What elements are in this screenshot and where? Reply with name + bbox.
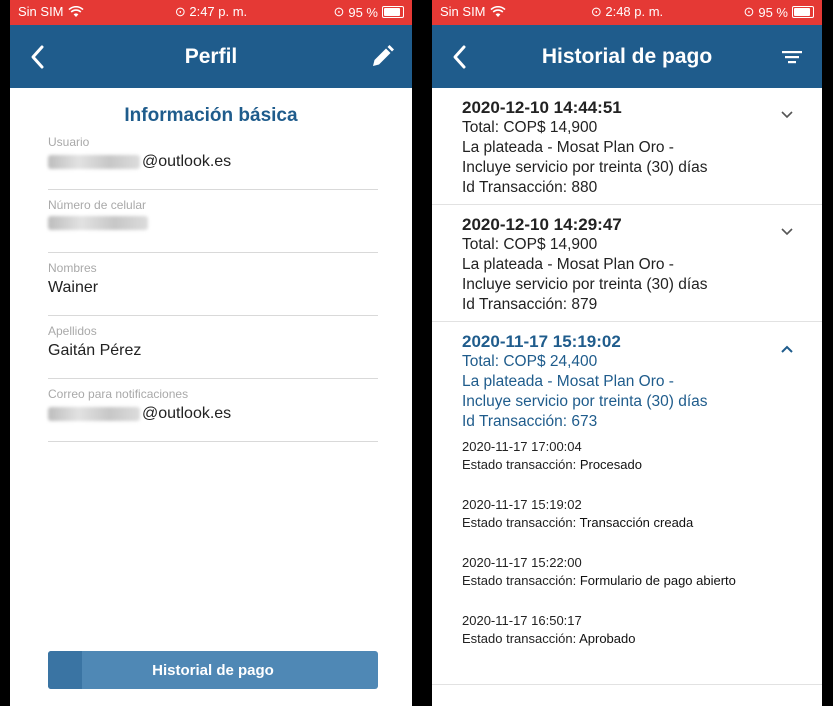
rotation-lock-icon: ⊙ (333, 4, 345, 19)
status-label: Estado transacción: (462, 573, 577, 588)
payment-history-screen: Sin SIM ⊙ 2:48 p. m. ⊙ 95 % Historial de… (432, 0, 822, 706)
button-label: Historial de pago (152, 661, 274, 679)
entry-datetime: 2020-12-10 14:29:47 (462, 215, 622, 234)
battery-percent: 95 % (758, 4, 788, 20)
entry-description: La plateada - Mosat Plan Oro - (462, 139, 674, 156)
entry-transaction-id: Id Transacción: 879 (462, 296, 598, 313)
profile-screen: Sin SIM ⊙ 2:47 p. m. ⊙ 95 % Perfil Infor… (10, 0, 412, 706)
transaction-status-history: 2020-11-17 17:00:04 Estado transacción: … (462, 438, 774, 678)
entry-description: Incluye servicio por treinta (30) días (462, 393, 708, 410)
chevron-down-icon[interactable] (780, 110, 794, 120)
status-value: Formulario de pago abierto (579, 573, 736, 588)
entry-description: Incluye servicio por treinta (30) días (462, 276, 708, 293)
status-time: 2020-11-17 15:22:00 (462, 555, 582, 570)
filter-icon[interactable] (778, 43, 806, 71)
status-time: 2020-11-17 17:00:04 (462, 439, 582, 454)
status-value: Transacción creada (579, 515, 694, 530)
entry-transaction-id: Id Transacción: 673 (462, 413, 598, 430)
payment-history-button[interactable]: Historial de pago (48, 651, 378, 689)
battery-icon (382, 6, 404, 18)
status-time: 2020-11-17 16:50:17 (462, 613, 582, 628)
field-label: Número de celular (48, 198, 147, 212)
status-bar: Sin SIM ⊙ 2:47 p. m. ⊙ 95 % (10, 0, 412, 25)
entry-description: La plateada - Mosat Plan Oro - (462, 373, 674, 390)
redacted-text (48, 407, 140, 421)
status-label: Estado transacción: (462, 631, 577, 646)
phone-field[interactable]: Número de celular (48, 190, 378, 253)
battery-icon (792, 6, 814, 18)
status-history-item: 2020-11-17 15:19:02 Estado transacción: … (462, 496, 774, 554)
field-label: Apellidos (48, 324, 97, 338)
notification-email-field[interactable]: Correo para notificaciones @outlook.es (48, 379, 378, 442)
nav-bar: Historial de pago (432, 25, 822, 88)
rotation-lock-icon: ⊙ (743, 4, 755, 19)
page-title: Historial de pago (541, 45, 713, 68)
payment-entry-expanded[interactable]: 2020-11-17 15:19:02 Total: COP$ 24,400 L… (432, 322, 822, 685)
status-value: Aprobado (579, 631, 636, 646)
button-press-highlight (48, 651, 82, 689)
field-value: Gaitán Pérez (48, 342, 142, 359)
field-value: @outlook.es (142, 153, 232, 170)
alarm-icon: ⊙ (590, 4, 602, 19)
entry-datetime: 2020-11-17 15:19:02 (462, 332, 621, 351)
redacted-text (48, 155, 140, 169)
alarm-icon: ⊙ (174, 4, 186, 19)
payment-entry[interactable]: 2020-12-10 14:29:47 Total: COP$ 14,900 L… (432, 205, 822, 322)
status-history-item: 2020-11-17 15:22:00 Estado transacción: … (462, 554, 774, 612)
field-label: Usuario (48, 135, 90, 149)
status-history-item: 2020-11-17 16:50:17 Estado transacción: … (462, 612, 774, 670)
entry-total: Total: COP$ 14,900 (462, 236, 598, 253)
clock-time: 2:47 p. m. (189, 4, 248, 19)
redacted-text (48, 216, 148, 230)
nav-bar: Perfil (10, 25, 412, 88)
entry-datetime: 2020-12-10 14:44:51 (462, 98, 622, 117)
last-name-field[interactable]: Apellidos Gaitán Pérez (48, 316, 378, 379)
status-bar: Sin SIM ⊙ 2:48 p. m. ⊙ 95 % (432, 0, 822, 25)
field-value: @outlook.es (142, 405, 232, 422)
status-history-item: 2020-11-17 17:00:04 Estado transacción: … (462, 438, 774, 496)
battery-percent: 95 % (348, 4, 378, 20)
field-value: Wainer (48, 279, 99, 296)
entry-description: La plateada - Mosat Plan Oro - (462, 256, 674, 273)
status-label: Estado transacción: (462, 457, 577, 472)
entry-total: Total: COP$ 24,400 (462, 353, 598, 370)
entry-description: Incluye servicio por treinta (30) días (462, 159, 708, 176)
field-label: Correo para notificaciones (48, 387, 189, 401)
page-title: Perfil (184, 45, 238, 68)
payment-entry[interactable]: 2020-12-10 14:44:51 Total: COP$ 14,900 L… (432, 88, 822, 205)
status-value: Procesado (579, 457, 642, 472)
chevron-down-icon[interactable] (780, 227, 794, 237)
clock-time: 2:48 p. m. (605, 4, 664, 19)
field-label: Nombres (48, 261, 97, 275)
first-name-field[interactable]: Nombres Wainer (48, 253, 378, 316)
entry-transaction-id: Id Transacción: 880 (462, 179, 598, 196)
section-title: Información básica (124, 105, 298, 126)
entry-total: Total: COP$ 14,900 (462, 119, 598, 136)
status-time: 2020-11-17 15:19:02 (462, 497, 582, 512)
status-label: Estado transacción: (462, 515, 577, 530)
pencil-icon[interactable] (368, 43, 396, 71)
user-field[interactable]: Usuario @outlook.es (48, 127, 378, 190)
chevron-up-icon[interactable] (780, 344, 794, 354)
